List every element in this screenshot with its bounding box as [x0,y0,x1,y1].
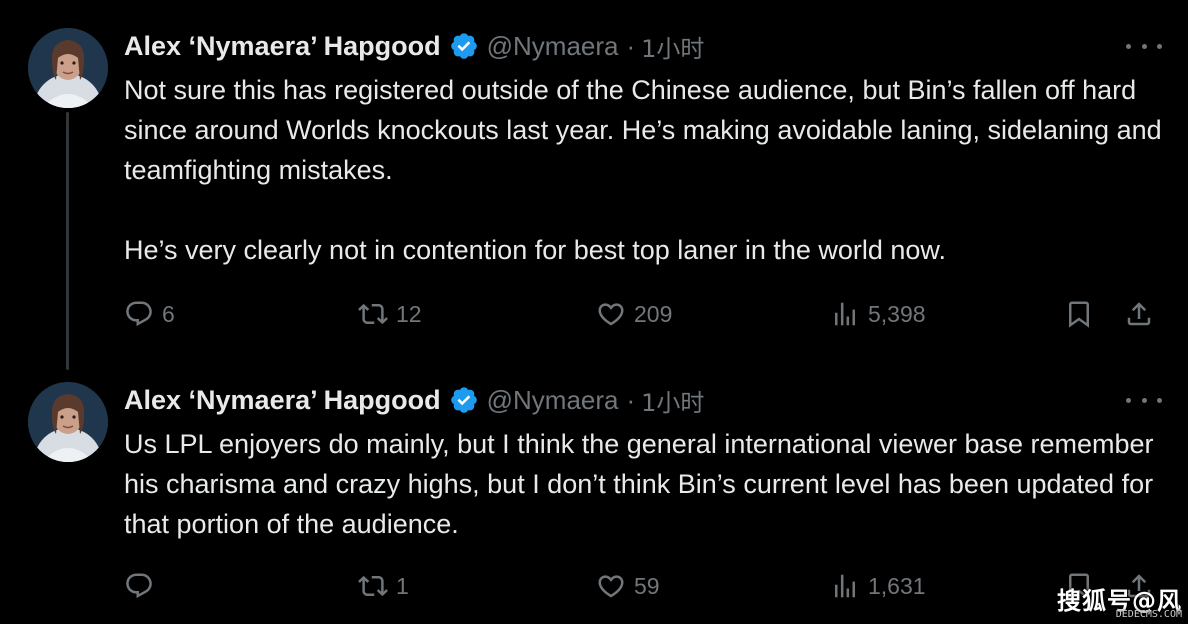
views-count: 1,631 [868,572,926,599]
reply-button[interactable]: 6 [124,294,175,334]
retweet-count: 1 [396,572,409,599]
reply-icon [126,573,152,599]
verified-badge-icon [449,31,479,61]
share-icon [1127,302,1151,326]
verified-badge-icon [449,385,479,415]
more-icon[interactable] [1126,36,1162,56]
like-count: 209 [634,300,673,327]
tweet-text: Not sure this has registered outside of … [124,70,1164,270]
reply-button[interactable] [124,566,162,606]
author-display-name[interactable]: Alex ‘Nymaera’ Hapgood [124,31,441,62]
retweet-count: 12 [396,300,422,327]
retweet-button[interactable]: 12 [358,294,422,334]
like-count: 59 [634,572,660,599]
avatar[interactable] [28,382,108,462]
watermark: 搜狐号@风 DEDECMS.COM [1057,578,1182,621]
watermark-subtext: DEDECMS.COM [1115,609,1182,620]
views-icon [835,574,855,598]
retweet-icon [358,303,388,325]
avatar[interactable] [28,28,108,108]
tweet-timestamp[interactable]: 1小时 [641,29,704,64]
thread-connector-line [66,112,69,370]
views-icon [835,302,855,326]
tweet-thread: Alex ‘Nymaera’ Hapgood @Nymaera · 1小时 No… [0,0,1188,624]
bookmark-icon [1069,301,1089,328]
tweet-text: Us LPL enjoyers do mainly, but I think t… [124,424,1164,544]
tweet-paragraph: He’s very clearly not in contention for … [124,235,946,265]
author-handle[interactable]: @Nymaera [487,31,619,62]
author-display-name[interactable]: Alex ‘Nymaera’ Hapgood [124,385,441,416]
tweet-actions: 1 59 1,631 [120,566,1170,606]
tweet-timestamp[interactable]: 1小时 [641,383,704,418]
like-button[interactable]: 209 [596,294,672,334]
header-separator: · [626,384,636,415]
reply-count: 6 [162,300,175,327]
tweet-paragraph: Us LPL enjoyers do mainly, but I think t… [124,429,1154,539]
share-button[interactable] [1124,294,1154,334]
tweet-header: Alex ‘Nymaera’ Hapgood @Nymaera · 1小时 [124,26,704,66]
like-button[interactable]: 59 [596,566,660,606]
avatar-photo [28,28,108,108]
tweet-actions: 6 12 209 5,398 [120,294,1170,334]
heart-icon [598,303,624,326]
more-icon[interactable] [1126,390,1162,410]
views-button[interactable]: 1,631 [830,566,926,606]
tweet-paragraph: Not sure this has registered outside of … [124,75,1162,185]
retweet-icon [358,575,388,597]
author-handle[interactable]: @Nymaera [487,385,619,416]
reply-icon [126,301,152,327]
bookmark-button[interactable] [1064,294,1094,334]
tweet-header: Alex ‘Nymaera’ Hapgood @Nymaera · 1小时 [124,380,704,420]
avatar-photo [28,382,108,462]
retweet-button[interactable]: 1 [358,566,409,606]
views-button[interactable]: 5,398 [830,294,926,334]
views-count: 5,398 [868,300,926,327]
header-separator: · [626,30,636,61]
heart-icon [598,575,624,598]
